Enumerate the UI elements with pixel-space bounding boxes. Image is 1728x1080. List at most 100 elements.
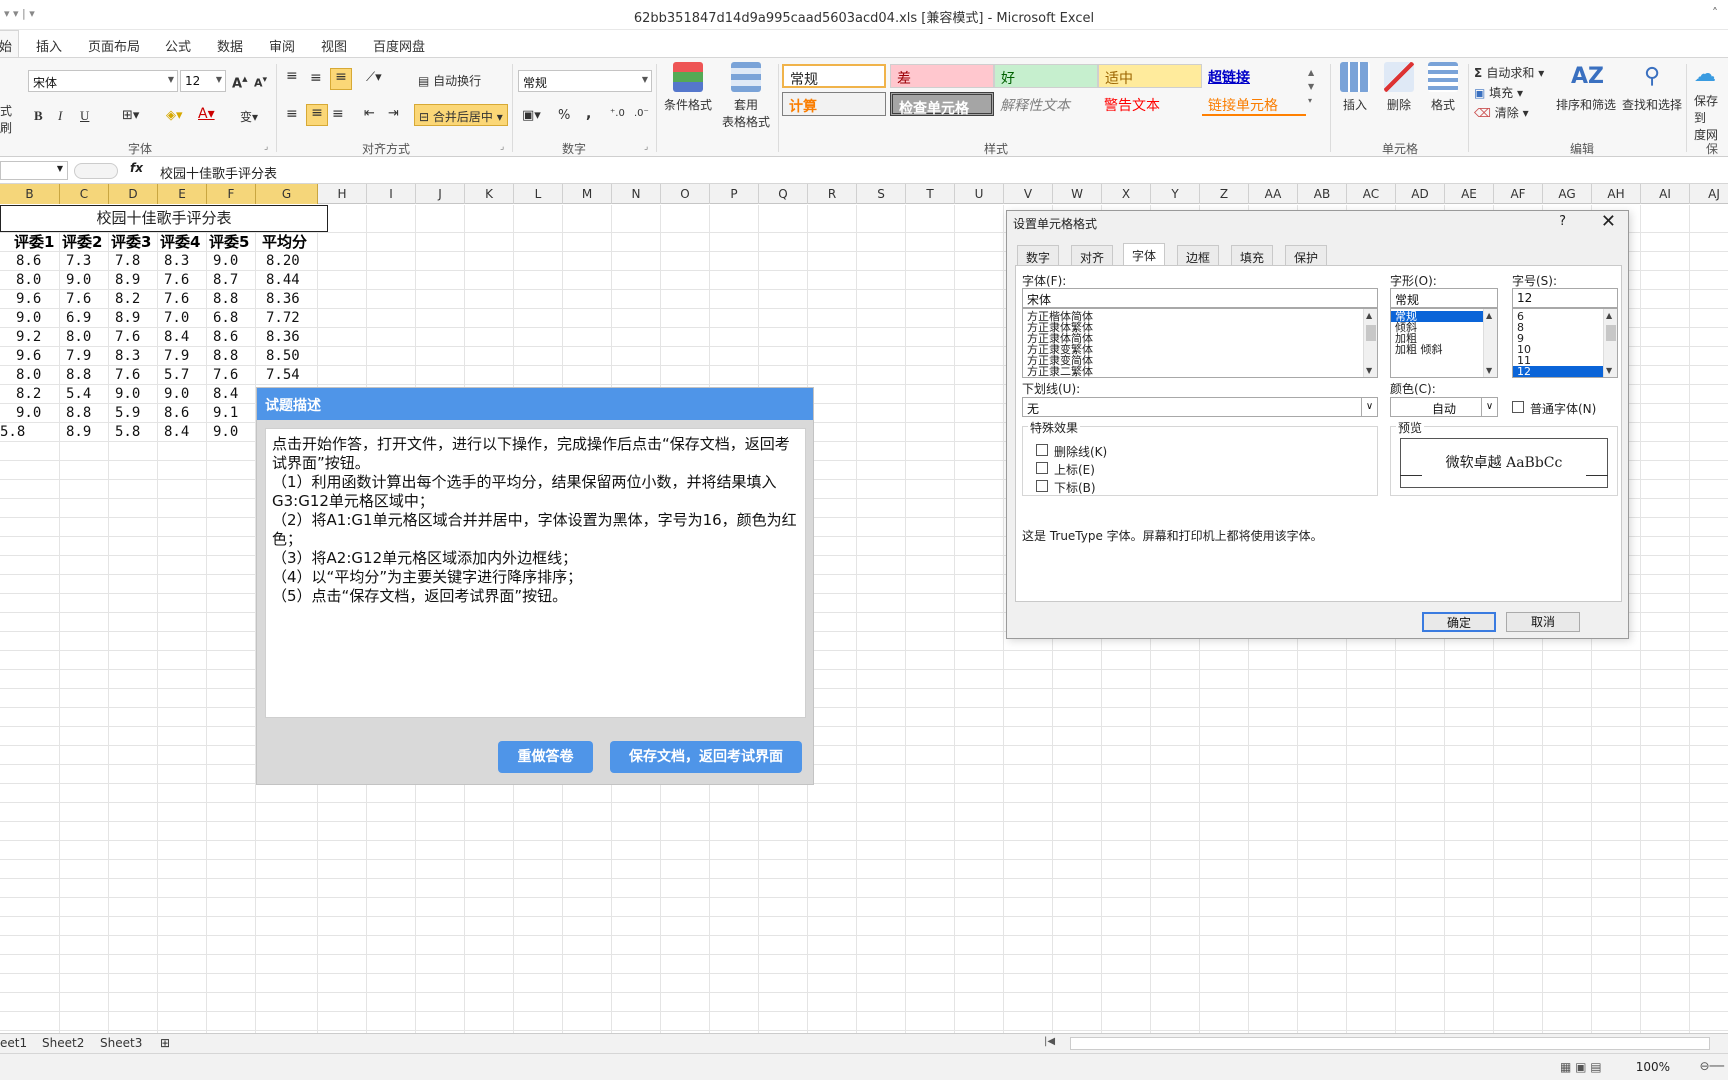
clear-button[interactable]: ⌫ 清除 ▾	[1474, 104, 1529, 121]
fill-color-icon[interactable]: ◈▾	[166, 108, 183, 123]
styles-scroll-icon[interactable]: ▲ ▼ ▾	[1308, 66, 1314, 108]
column-header-ah[interactable]: AH	[1592, 184, 1641, 204]
fill-button[interactable]: ▣ 填充 ▾	[1474, 84, 1523, 101]
column-header-h[interactable]: H	[318, 184, 367, 204]
sort-filter-button[interactable]: AZ 排序和筛选	[1554, 62, 1618, 113]
column-header-aj[interactable]: AJ	[1690, 184, 1728, 204]
header-cell[interactable]: 评委1	[14, 233, 54, 252]
column-header-p[interactable]: P	[710, 184, 759, 204]
table-cell[interactable]: 5.8	[0, 423, 25, 442]
table-cell[interactable]: 9.0	[16, 404, 41, 423]
tab-page-layout[interactable]: 页面布局	[88, 36, 140, 55]
align-top-icon[interactable]: ≡	[286, 68, 298, 84]
font-color-icon[interactable]: A▾	[198, 106, 215, 122]
italic-button[interactable]: I	[58, 108, 62, 124]
view-normal-icon[interactable]: ▦ ▣ ▤	[1560, 1060, 1602, 1074]
tab-formulas[interactable]: 公式	[165, 36, 191, 55]
style-explanatory[interactable]: 解释性文本	[994, 92, 1098, 116]
tab-view[interactable]: 视图	[321, 36, 347, 55]
column-header-q[interactable]: Q	[759, 184, 808, 204]
table-cell[interactable]: 9.6	[16, 290, 41, 309]
underline-button[interactable]: U	[80, 108, 89, 124]
table-cell[interactable]: 8.36	[266, 328, 300, 347]
table-cell[interactable]: 8.9	[66, 423, 91, 442]
table-cell[interactable]: 8.20	[266, 252, 300, 271]
list-item[interactable]: 6	[1513, 311, 1617, 322]
column-header-x[interactable]: X	[1102, 184, 1151, 204]
help-icon[interactable]: ?	[1559, 214, 1566, 229]
list-item[interactable]: 8	[1513, 322, 1617, 333]
column-header-e[interactable]: E	[158, 184, 207, 204]
column-header-c[interactable]: C	[60, 184, 109, 204]
size-input[interactable]: 12	[1512, 288, 1618, 308]
column-header-s[interactable]: S	[857, 184, 906, 204]
table-cell[interactable]: 7.6	[164, 271, 189, 290]
merge-center-button[interactable]: ⊟ 合并后居中 ▾	[414, 104, 508, 126]
font-dialog-launcher-icon[interactable]: ⌟	[264, 142, 268, 152]
table-cell[interactable]: 7.6	[66, 290, 91, 309]
fx-button[interactable]: fx	[130, 161, 143, 175]
table-cell[interactable]: 8.2	[115, 290, 140, 309]
style-list[interactable]: 常规 倾斜 加粗 加粗 倾斜 ▲ ▼	[1390, 308, 1498, 378]
table-cell[interactable]: 5.7	[164, 366, 189, 385]
format-painter-button[interactable]: 式刷	[0, 102, 18, 136]
column-header-ai[interactable]: AI	[1641, 184, 1690, 204]
find-select-button[interactable]: ⚲ 查找和选择	[1620, 62, 1684, 113]
table-cell[interactable]: 8.9	[115, 309, 140, 328]
column-header-r[interactable]: R	[808, 184, 857, 204]
header-cell[interactable]: 评委3	[111, 233, 151, 252]
number-dialog-launcher-icon[interactable]: ⌟	[644, 142, 648, 152]
save-return-button[interactable]: 保存文档，返回考试界面	[610, 741, 802, 773]
header-cell[interactable]: 评委5	[209, 233, 249, 252]
column-header-o[interactable]: O	[661, 184, 710, 204]
table-cell[interactable]: 8.2	[16, 385, 41, 404]
table-cell[interactable]: 9.0	[164, 385, 189, 404]
style-hyperlink[interactable]: 超链接	[1202, 64, 1306, 88]
horizontal-scrollbar[interactable]	[1070, 1037, 1710, 1050]
table-cell[interactable]: 9.6	[16, 347, 41, 366]
tab-data[interactable]: 数据	[217, 36, 243, 55]
column-header-u[interactable]: U	[955, 184, 1004, 204]
table-cell[interactable]: 9.0	[213, 252, 238, 271]
table-cell[interactable]: 8.36	[266, 290, 300, 309]
name-box-dropdown-icon[interactable]: ▼	[57, 164, 63, 173]
table-cell[interactable]: 8.4	[164, 328, 189, 347]
percent-button[interactable]: %	[558, 108, 570, 123]
sheet-tab-1[interactable]: eet1	[0, 1036, 27, 1050]
table-cell[interactable]: 9.0	[16, 309, 41, 328]
dialog-tab-font[interactable]: 字体	[1123, 243, 1166, 265]
formula-zoom-icon[interactable]	[74, 163, 118, 179]
table-cell[interactable]: 9.0	[213, 423, 238, 442]
style-neutral[interactable]: 适中	[1098, 64, 1202, 88]
table-cell[interactable]: 7.6	[213, 366, 238, 385]
table-cell[interactable]: 9.2	[16, 328, 41, 347]
redo-answer-button[interactable]: 重做答卷	[498, 741, 593, 773]
style-linked-cell[interactable]: 链接单元格	[1202, 92, 1306, 116]
align-center-icon[interactable]: ≡	[306, 104, 328, 126]
style-list-scrollbar[interactable]: ▲ ▼	[1483, 309, 1497, 377]
merged-title-cell[interactable]: 校园十佳歌手评分表	[0, 205, 328, 232]
table-cell[interactable]: 8.6	[16, 252, 41, 271]
table-cell[interactable]: 8.3	[115, 347, 140, 366]
grow-font-icon[interactable]: A▴	[232, 72, 248, 91]
column-header-t[interactable]: T	[906, 184, 955, 204]
column-header-i[interactable]: I	[367, 184, 416, 204]
phonetic-icon[interactable]: 变▾	[240, 108, 258, 125]
strikethrough-checkbox[interactable]	[1036, 444, 1048, 456]
header-cell[interactable]: 评委2	[62, 233, 102, 252]
column-header-g[interactable]: G	[256, 184, 318, 204]
table-cell[interactable]: 9.0	[66, 271, 91, 290]
column-header-ac[interactable]: AC	[1347, 184, 1396, 204]
table-cell[interactable]: 8.4	[164, 423, 189, 442]
column-header-y[interactable]: Y	[1151, 184, 1200, 204]
insert-sheet-icon[interactable]: ⊞	[160, 1036, 170, 1050]
column-header-v[interactable]: V	[1004, 184, 1053, 204]
style-warning[interactable]: 警告文本	[1098, 92, 1202, 116]
formula-input[interactable]: 校园十佳歌手评分表	[160, 163, 277, 182]
align-left-icon[interactable]: ≡	[286, 106, 298, 122]
column-header-m[interactable]: M	[563, 184, 612, 204]
delete-cells-button[interactable]: 删除	[1376, 62, 1422, 113]
number-format-combo[interactable]: 常规 ▼	[518, 70, 652, 92]
orientation-icon[interactable]: ⟋▾	[366, 70, 382, 85]
table-cell[interactable]: 7.8	[115, 252, 140, 271]
